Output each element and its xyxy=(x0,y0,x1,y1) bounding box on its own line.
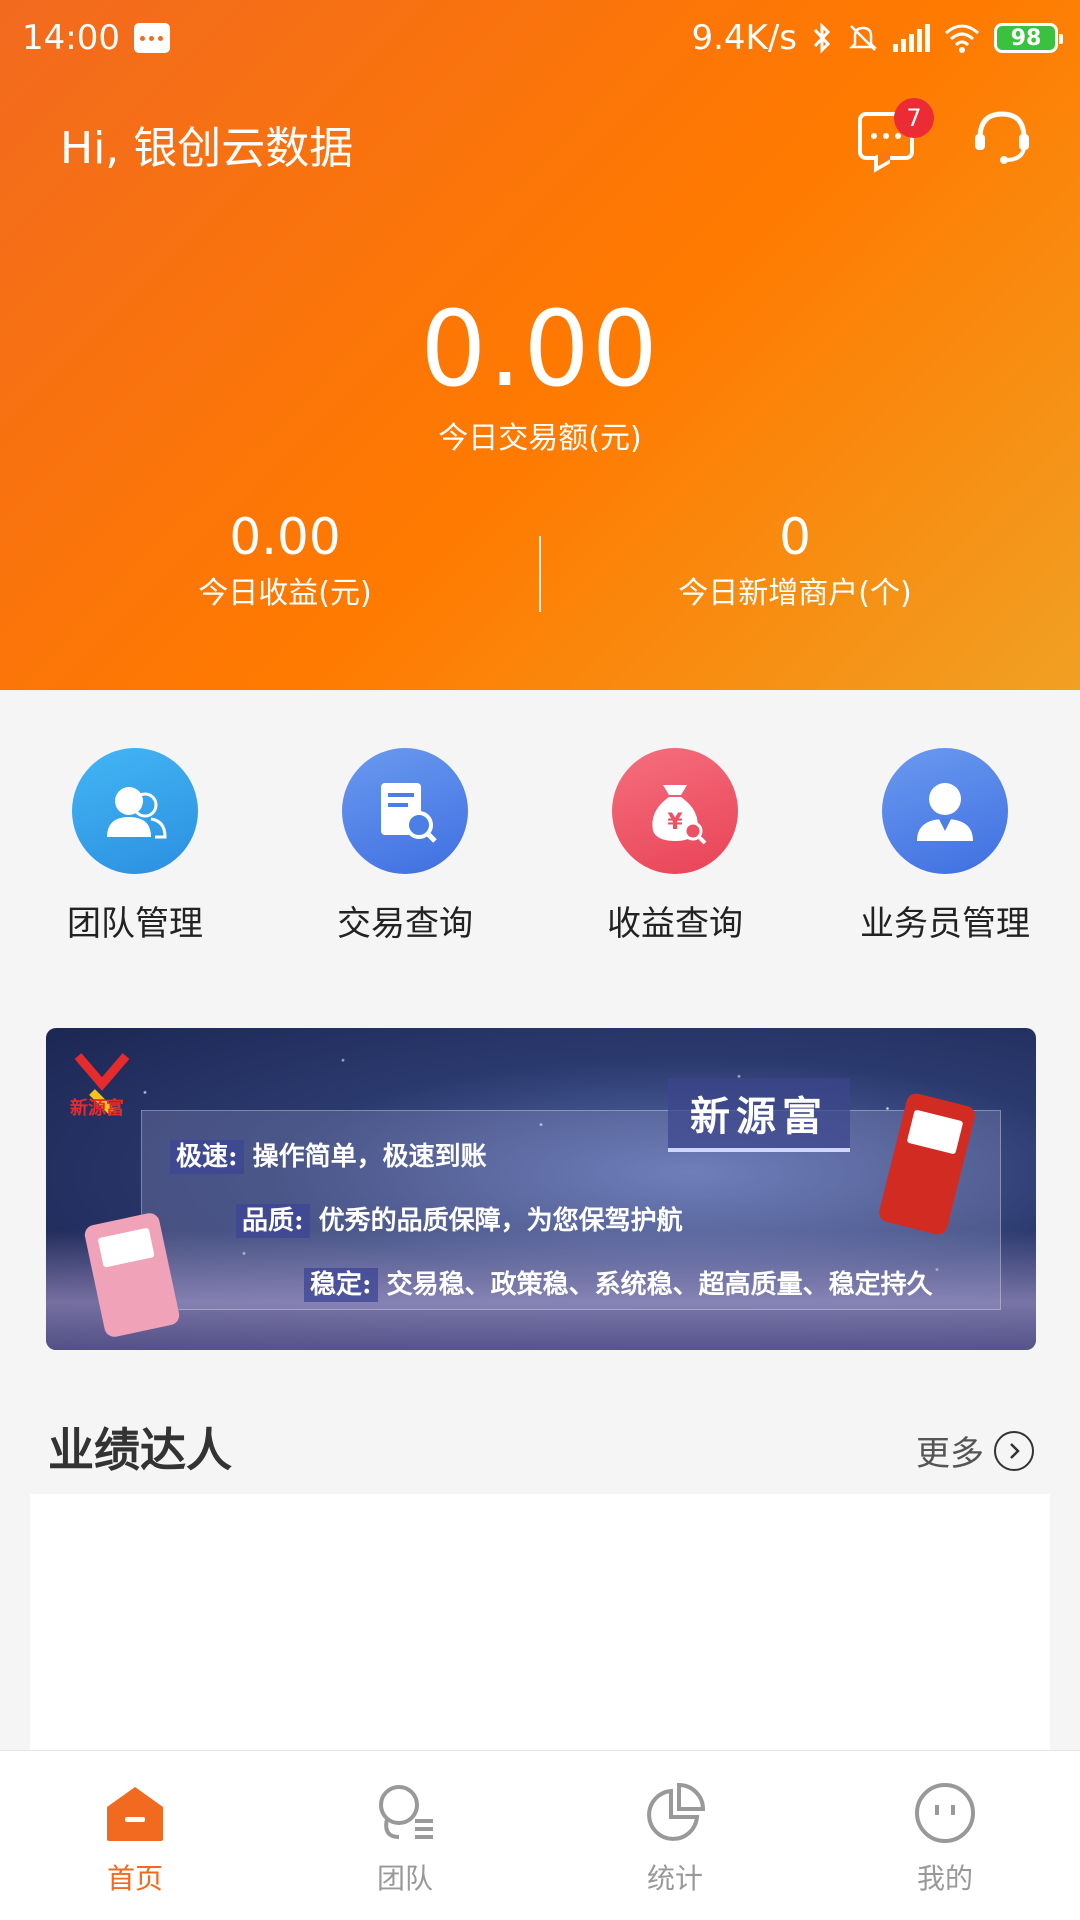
today-income-label: 今日收益(元) xyxy=(198,576,372,611)
banner-line-stability: 稳定: 交易稳、政策稳、系统稳、超高质量、稳定持久 xyxy=(304,1264,933,1302)
quick-item-salesperson-management[interactable]: 业务员管理 xyxy=(810,748,1080,945)
chevron-right-icon xyxy=(994,1430,1034,1471)
today-income-value: 0.00 xyxy=(229,508,341,566)
quick-item-transaction-query[interactable]: 交易查询 xyxy=(270,748,540,945)
team-tab-icon xyxy=(379,1785,433,1839)
tab-label: 首页 xyxy=(106,1862,163,1895)
banner-line-text: 优秀的品质保障，为您保驾护航 xyxy=(318,1206,683,1236)
tab-statistics[interactable]: 统计 xyxy=(540,1781,810,1897)
bottom-tab-bar: 首页 团队 统计 我的 xyxy=(0,1750,1080,1920)
quick-item-label: 团队管理 xyxy=(67,904,203,944)
profile-face-icon xyxy=(915,1783,975,1843)
banner-line-tag: 品质: xyxy=(236,1204,310,1238)
quick-item-label: 交易查询 xyxy=(337,904,473,944)
today-transaction-amount: 0.00 xyxy=(420,288,660,410)
more-label: 更多 xyxy=(916,1434,984,1474)
mute-icon xyxy=(848,25,878,51)
tab-label: 统计 xyxy=(646,1862,703,1895)
tab-label: 我的 xyxy=(916,1862,973,1895)
stats-divider xyxy=(539,536,541,612)
tab-label: 团队 xyxy=(376,1862,433,1895)
network-speed: 9.4K/s xyxy=(691,18,797,58)
banner-line-text: 交易稳、政策稳、系统稳、超高质量、稳定持久 xyxy=(386,1270,933,1300)
new-merchants-value: 0 xyxy=(779,508,811,566)
banner-line-speed: 极速: 操作简单，极速到账 xyxy=(170,1136,487,1174)
quick-item-team-management[interactable]: 团队管理 xyxy=(0,748,270,945)
quick-item-income-query[interactable]: ¥ 收益查询 xyxy=(540,748,810,945)
status-time: 14:00 xyxy=(22,18,120,58)
status-bar: 14:00 9.4K/s 98 xyxy=(0,0,1080,76)
tab-home[interactable]: 首页 xyxy=(0,1781,270,1897)
message-count-badge: 7 xyxy=(894,98,934,138)
tab-team[interactable]: 团队 xyxy=(270,1781,540,1897)
signal-icon xyxy=(893,24,930,52)
svg-text:¥: ¥ xyxy=(667,810,683,835)
messages-button[interactable]: 7 xyxy=(858,98,934,160)
pie-chart-icon xyxy=(647,1782,706,1841)
customer-service-icon[interactable] xyxy=(970,104,1034,168)
team-icon xyxy=(72,748,198,874)
salesperson-icon xyxy=(882,748,1008,874)
performance-section-title: 业绩达人 xyxy=(48,1423,232,1477)
performance-more-link[interactable]: 更多 xyxy=(916,1426,1034,1475)
transaction-search-icon xyxy=(342,748,468,874)
new-merchants-label: 今日新增商户(个) xyxy=(678,576,912,611)
banner-brand-name: 新源富 xyxy=(668,1078,850,1152)
home-icon xyxy=(107,1787,163,1841)
performance-list-card xyxy=(30,1494,1050,1750)
battery-icon: 98 xyxy=(994,23,1063,53)
header-panel: 14:00 9.4K/s 98 Hi, 银创云数据 7 0.00 今日交易额(元… xyxy=(0,0,1080,690)
quick-item-label: 收益查询 xyxy=(607,904,743,944)
message-icon xyxy=(133,23,170,53)
money-bag-search-icon: ¥ xyxy=(612,748,738,874)
wifi-icon xyxy=(945,24,979,53)
today-income-stat: 0.00 今日收益(元) xyxy=(85,508,485,612)
greeting-text: Hi, 银创云数据 xyxy=(60,123,354,174)
brand-logo-text: 新源富 xyxy=(70,1098,124,1119)
new-merchants-stat: 0 今日新增商户(个) xyxy=(595,508,995,612)
quick-item-label: 业务员管理 xyxy=(860,904,1030,944)
quick-menu: 团队管理 交易查询 ¥ 收益查询 业务员管理 xyxy=(0,690,1080,1010)
promo-banner[interactable]: 新源富 新源富 极速: 操作简单，极速到账 品质: 优秀的品质保障，为您保驾护航… xyxy=(46,1028,1036,1350)
banner-line-text: 操作简单，极速到账 xyxy=(252,1142,487,1172)
banner-line-tag: 稳定: xyxy=(304,1268,378,1302)
home-screen: 14:00 9.4K/s 98 Hi, 银创云数据 7 0.00 今日交易额(元… xyxy=(0,0,1080,1920)
bluetooth-icon xyxy=(813,22,831,54)
today-transaction-label: 今日交易额(元) xyxy=(438,421,642,456)
banner-line-quality: 品质: 优秀的品质保障，为您保驾护航 xyxy=(236,1200,683,1238)
banner-line-tag: 极速: xyxy=(170,1140,244,1174)
tab-mine[interactable]: 我的 xyxy=(810,1781,1080,1897)
